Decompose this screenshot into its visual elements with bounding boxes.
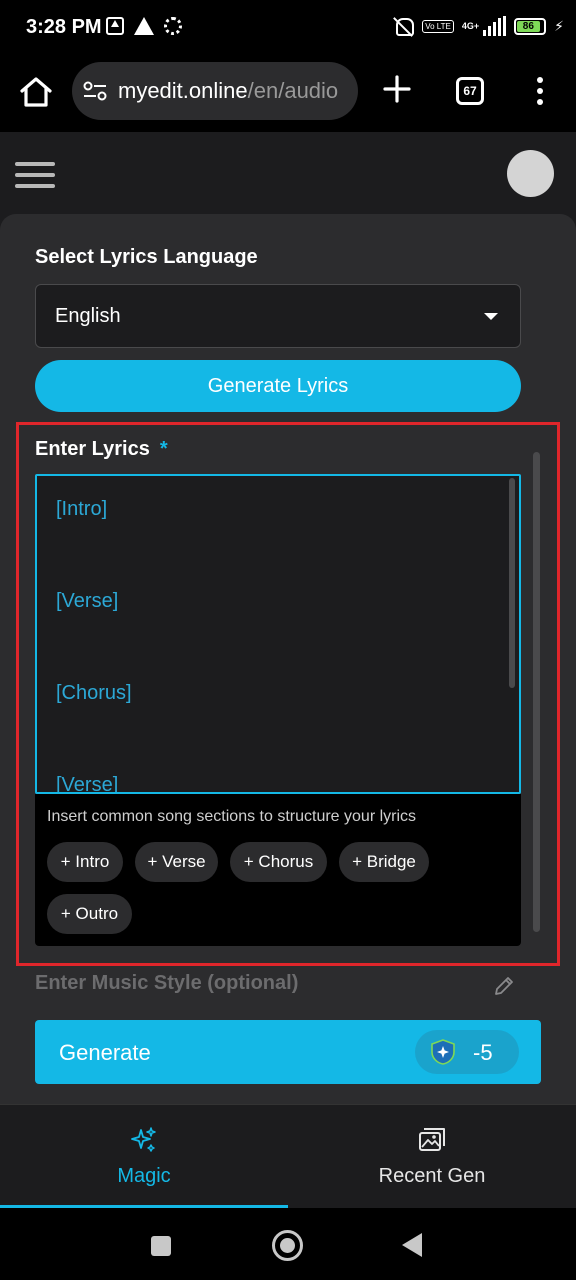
network-type: 4G+ bbox=[461, 20, 480, 31]
lyrics-panel: Select Lyrics Language English Generate … bbox=[0, 214, 576, 1104]
status-bar: 3:28 PM Vo LTE 4G+ 86 ⚡ bbox=[0, 0, 576, 58]
status-system-icons: Vo LTE 4G+ 86 ⚡ bbox=[392, 16, 564, 36]
mute-icon bbox=[392, 16, 415, 36]
nav-item-magic[interactable]: Magic bbox=[0, 1105, 288, 1209]
url-text: myedit.online/en/audio bbox=[118, 78, 338, 104]
required-marker: * bbox=[159, 438, 168, 460]
credit-cost: -5 bbox=[473, 1040, 493, 1065]
language-select[interactable]: English bbox=[35, 284, 521, 348]
lyrics-label-text: Enter Lyrics bbox=[35, 438, 150, 460]
charging-icon: ⚡ bbox=[554, 17, 564, 34]
lyrics-line: [Intro] bbox=[56, 498, 108, 520]
nav-label-magic: Magic bbox=[117, 1165, 171, 1187]
system-navigation-bar bbox=[0, 1208, 576, 1280]
music-style-label[interactable]: Enter Music Style (optional) bbox=[35, 972, 298, 995]
song-sections-box: Insert common song sections to structure… bbox=[35, 794, 521, 946]
nav-label-recent-gen: Recent Gen bbox=[378, 1165, 486, 1187]
status-time: 3:28 PM bbox=[26, 16, 102, 38]
credit-shield-icon bbox=[431, 1039, 455, 1065]
web-page: Select Lyrics Language English Generate … bbox=[0, 132, 576, 1104]
back-icon[interactable] bbox=[402, 1233, 422, 1257]
site-settings-icon[interactable] bbox=[82, 78, 108, 104]
lyrics-line: [Verse] bbox=[56, 774, 119, 794]
generate-label: Generate bbox=[59, 1040, 151, 1065]
credit-cost-badge: -5 bbox=[415, 1030, 519, 1074]
tab-switcher-button[interactable]: 67 bbox=[456, 77, 484, 105]
avatar[interactable] bbox=[507, 150, 554, 197]
bottom-navigation: Magic Recent Gen bbox=[0, 1104, 576, 1209]
battery-level: 86 bbox=[517, 20, 540, 32]
home-circle-icon[interactable] bbox=[272, 1230, 303, 1261]
sparkles-icon bbox=[131, 1127, 156, 1152]
volte-icon: Vo LTE bbox=[422, 19, 454, 33]
recent-apps-icon[interactable] bbox=[151, 1236, 171, 1256]
lyrics-line: [Chorus] bbox=[56, 682, 132, 704]
lyrics-label: Enter Lyrics * bbox=[35, 438, 168, 461]
chip-outro[interactable]: + Outro bbox=[47, 894, 132, 934]
browser-menu-icon[interactable] bbox=[532, 77, 548, 105]
language-label: Select Lyrics Language bbox=[35, 246, 258, 268]
signal-icon bbox=[483, 16, 507, 36]
upload-icon bbox=[106, 17, 124, 35]
address-bar[interactable]: myedit.online/en/audio bbox=[72, 62, 358, 120]
status-notification-icons bbox=[106, 17, 182, 35]
generate-button[interactable]: Generate -5 bbox=[35, 1020, 541, 1084]
lyrics-textarea[interactable]: [Intro] [Verse] [Chorus] [Verse] bbox=[35, 474, 521, 794]
url-domain: myedit.online bbox=[118, 78, 248, 103]
nav-item-recent-gen[interactable]: Recent Gen bbox=[288, 1105, 576, 1209]
panel-scrollbar[interactable] bbox=[533, 452, 540, 932]
chevron-down-icon bbox=[484, 313, 498, 320]
chip-chorus[interactable]: + Chorus bbox=[230, 842, 327, 882]
sections-hint: Insert common song sections to structure… bbox=[47, 808, 417, 825]
url-path: /en/audio bbox=[247, 78, 339, 103]
home-icon[interactable] bbox=[18, 74, 54, 110]
gallery-icon bbox=[419, 1128, 445, 1151]
chip-bridge[interactable]: + Bridge bbox=[339, 842, 429, 882]
hamburger-menu-icon[interactable] bbox=[15, 162, 55, 188]
new-tab-icon[interactable] bbox=[382, 74, 412, 104]
lyrics-line: [Verse] bbox=[56, 590, 119, 612]
generate-lyrics-button[interactable]: Generate Lyrics bbox=[35, 360, 521, 412]
settings-icon bbox=[164, 17, 182, 35]
pencil-icon[interactable] bbox=[492, 974, 516, 998]
chip-intro[interactable]: + Intro bbox=[47, 842, 123, 882]
browser-toolbar: myedit.online/en/audio 67 bbox=[0, 58, 576, 132]
chip-verse[interactable]: + Verse bbox=[135, 842, 218, 882]
language-value: English bbox=[55, 304, 121, 327]
lyrics-scrollbar[interactable] bbox=[509, 478, 515, 688]
battery-icon: 86 bbox=[514, 17, 547, 35]
warning-icon bbox=[134, 17, 154, 35]
